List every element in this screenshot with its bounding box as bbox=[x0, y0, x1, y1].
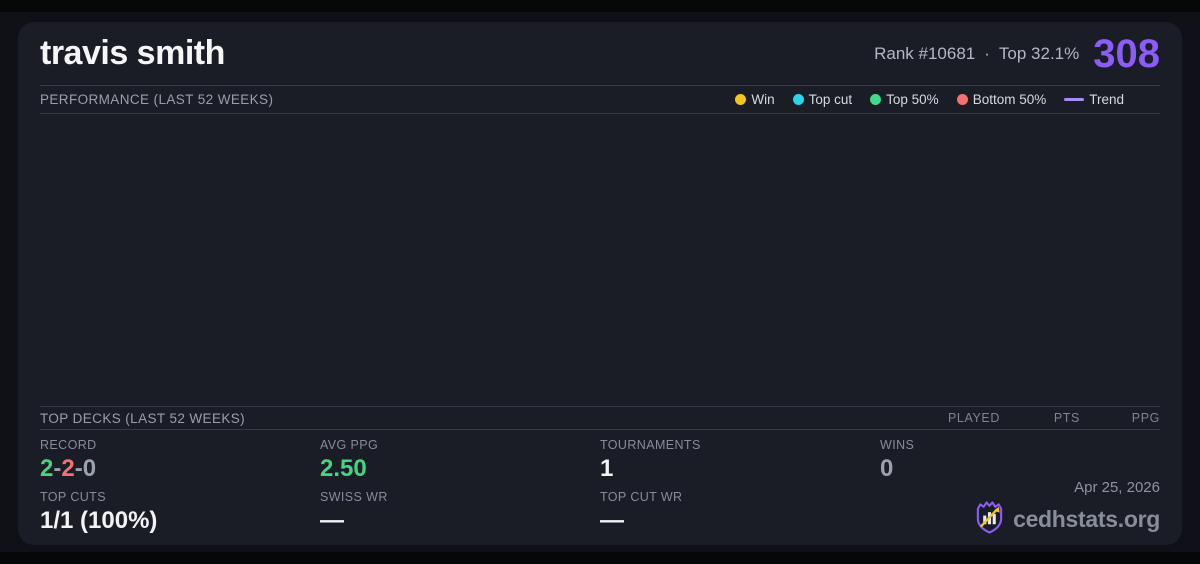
trend-line-icon bbox=[1064, 98, 1084, 101]
legend-label-top-cut: Top cut bbox=[809, 92, 853, 107]
legend-item-top-50: Top 50% bbox=[870, 92, 939, 107]
player-name: travis smith bbox=[40, 34, 225, 73]
record-wins: 2 bbox=[40, 455, 53, 482]
stat-record: RECORD 2-2-0 TOP CUTS 1/1 (100%) bbox=[40, 438, 320, 541]
record-value: 2-2-0 bbox=[40, 455, 320, 483]
top-cut-dot-icon bbox=[793, 94, 804, 105]
player-stats-card: travis smith Rank #10681 · Top 32.1% 308… bbox=[18, 22, 1182, 545]
record-dash-2: - bbox=[75, 455, 83, 482]
record-draws: 0 bbox=[83, 455, 96, 482]
generated-date: Apr 25, 2026 bbox=[974, 479, 1160, 496]
chart-legend: Win Top cut Top 50% Bottom 50% Trend bbox=[735, 92, 1124, 107]
swiss-wr-value: — bbox=[320, 507, 600, 535]
top-cut-wr-label: TOP CUT WR bbox=[600, 490, 880, 504]
card-footer: Apr 25, 2026 cedhstats.org bbox=[974, 479, 1160, 539]
column-ppg: PPG bbox=[1080, 411, 1160, 425]
avg-ppg-label: AVG PPG bbox=[320, 438, 600, 452]
tournaments-label: TOURNAMENTS bbox=[600, 438, 880, 452]
legend-label-win: Win bbox=[751, 92, 774, 107]
rank-separator: · bbox=[984, 44, 990, 64]
stat-avg-ppg: AVG PPG 2.50 SWISS WR — bbox=[320, 438, 600, 541]
tournaments-value: 1 bbox=[600, 455, 880, 483]
legend-label-bottom-50: Bottom 50% bbox=[973, 92, 1047, 107]
top-letterbox-bar bbox=[0, 0, 1200, 12]
top-percent: Top 32.1% bbox=[999, 44, 1079, 64]
legend-item-win: Win bbox=[735, 92, 774, 107]
top-decks-heading: TOP DECKS (LAST 52 WEEKS) bbox=[40, 411, 245, 426]
top-cuts-value: 1/1 (100%) bbox=[40, 507, 320, 535]
rank-line: Rank #10681 · Top 32.1% bbox=[874, 44, 1079, 64]
top-decks-columns: PLAYED PTS PPG bbox=[920, 411, 1160, 425]
legend-item-trend: Trend bbox=[1064, 92, 1124, 107]
column-played: PLAYED bbox=[920, 411, 1000, 425]
rank-label: Rank #10681 bbox=[874, 44, 975, 64]
performance-heading: PERFORMANCE (LAST 52 WEEKS) bbox=[40, 92, 273, 107]
column-pts: PTS bbox=[1000, 411, 1080, 425]
top-cuts-label: TOP CUTS bbox=[40, 490, 320, 504]
brand-row: cedhstats.org bbox=[974, 499, 1160, 539]
performance-chart bbox=[40, 114, 1160, 407]
record-losses: 2 bbox=[61, 455, 74, 482]
header-rank-group: Rank #10681 · Top 32.1% 308 bbox=[874, 34, 1160, 74]
swiss-wr-label: SWISS WR bbox=[320, 490, 600, 504]
stats-section: RECORD 2-2-0 TOP CUTS 1/1 (100%) AVG PPG… bbox=[40, 430, 1160, 545]
legend-label-top-50: Top 50% bbox=[886, 92, 939, 107]
legend-label-trend: Trend bbox=[1089, 92, 1124, 107]
cedhstats-shield-logo-icon bbox=[974, 499, 1005, 539]
legend-item-top-cut: Top cut bbox=[793, 92, 853, 107]
wins-label: WINS bbox=[880, 438, 1160, 452]
legend-item-bottom-50: Bottom 50% bbox=[957, 92, 1047, 107]
top-50-dot-icon bbox=[870, 94, 881, 105]
avg-ppg-value: 2.50 bbox=[320, 455, 600, 483]
brand-name: cedhstats.org bbox=[1013, 506, 1160, 533]
top-cut-wr-value: — bbox=[600, 507, 880, 535]
top-decks-header-row: TOP DECKS (LAST 52 WEEKS) PLAYED PTS PPG bbox=[40, 407, 1160, 430]
bottom-letterbox-bar bbox=[0, 552, 1200, 564]
win-dot-icon bbox=[735, 94, 746, 105]
card-header: travis smith Rank #10681 · Top 32.1% 308 bbox=[40, 22, 1160, 86]
performance-header-row: PERFORMANCE (LAST 52 WEEKS) Win Top cut … bbox=[40, 86, 1160, 114]
record-label: RECORD bbox=[40, 438, 320, 452]
bottom-50-dot-icon bbox=[957, 94, 968, 105]
player-score: 308 bbox=[1093, 34, 1160, 74]
stat-tournaments: TOURNAMENTS 1 TOP CUT WR — bbox=[600, 438, 880, 541]
